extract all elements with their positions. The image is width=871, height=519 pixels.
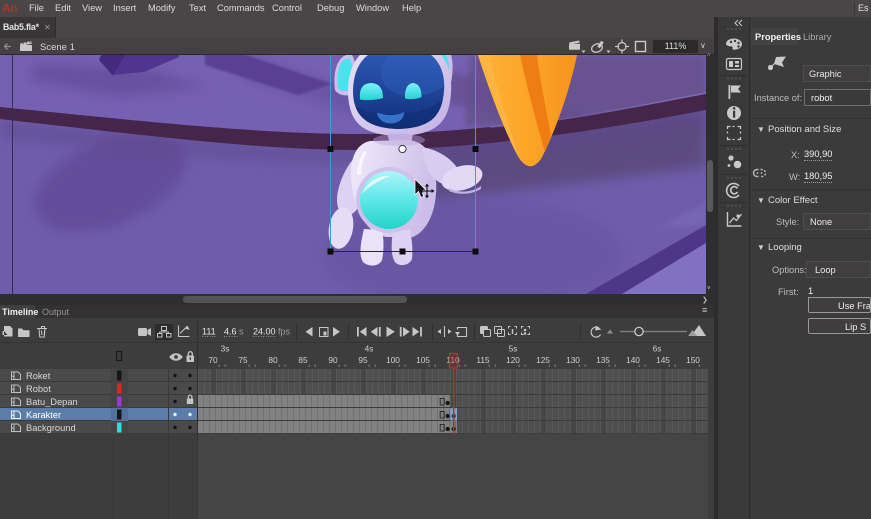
- svg-text:Karakter: Karakter: [26, 410, 61, 420]
- svg-text:105: 105: [416, 355, 430, 365]
- svg-text:4.6 s: 4.6 s: [224, 327, 244, 337]
- svg-text:115: 115: [476, 355, 490, 365]
- svg-text:125: 125: [536, 355, 550, 365]
- svg-text:Batu_Depan: Batu_Depan: [26, 397, 78, 407]
- svg-text:24.00 fps: 24.00 fps: [253, 327, 291, 337]
- svg-text:5s: 5s: [509, 344, 518, 354]
- svg-text:111: 111: [202, 327, 216, 337]
- svg-text:4s: 4s: [365, 344, 374, 354]
- svg-text:130: 130: [566, 355, 580, 365]
- svg-text:3s: 3s: [221, 344, 230, 354]
- svg-text:120: 120: [506, 355, 520, 365]
- svg-text:85: 85: [298, 355, 308, 365]
- svg-text:6s: 6s: [653, 344, 662, 354]
- svg-text:150: 150: [686, 355, 700, 365]
- svg-text:Background: Background: [26, 423, 76, 433]
- svg-text:75: 75: [238, 355, 248, 365]
- svg-text:140: 140: [626, 355, 640, 365]
- svg-text:Robot: Robot: [26, 384, 51, 394]
- svg-text:90: 90: [328, 355, 338, 365]
- svg-text:100: 100: [386, 355, 400, 365]
- svg-text:135: 135: [596, 355, 610, 365]
- svg-text:80: 80: [268, 355, 278, 365]
- svg-text:Roket: Roket: [26, 371, 51, 381]
- svg-text:70: 70: [208, 355, 218, 365]
- svg-text:145: 145: [656, 355, 670, 365]
- svg-text:95: 95: [358, 355, 368, 365]
